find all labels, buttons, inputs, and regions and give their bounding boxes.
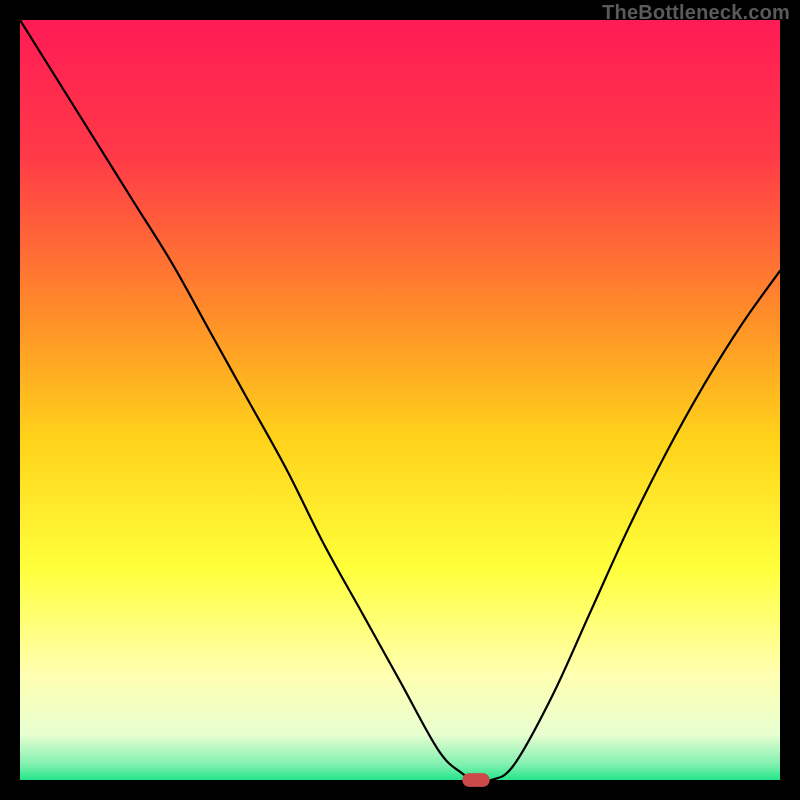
chart-frame: TheBottleneck.com: [0, 0, 800, 800]
curve-layer: [20, 20, 780, 780]
bottleneck-curve: [20, 20, 780, 782]
optimum-marker: [462, 773, 489, 787]
